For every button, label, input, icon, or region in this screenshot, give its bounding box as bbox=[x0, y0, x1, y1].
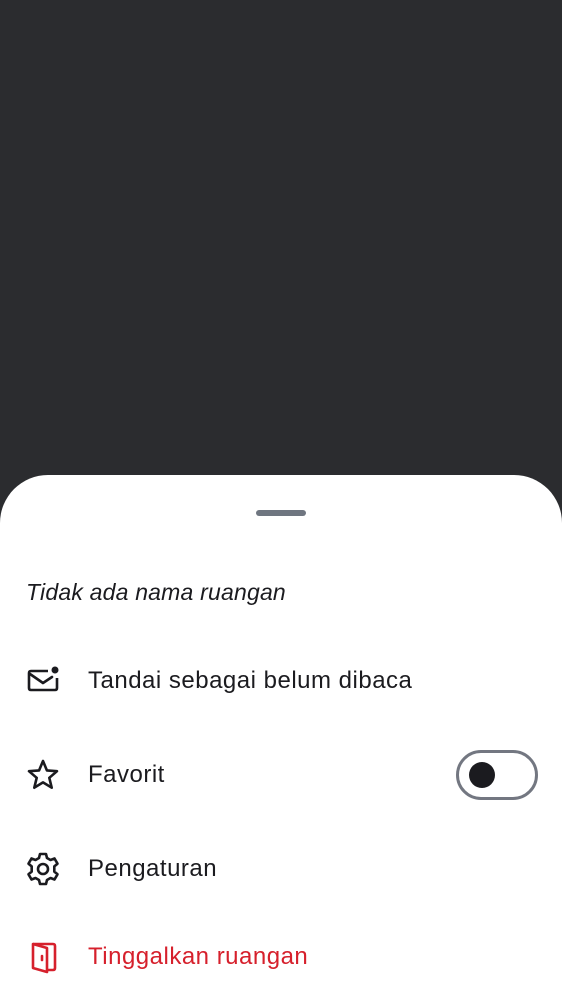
settings-menu-item[interactable]: Pengaturan bbox=[0, 829, 562, 909]
settings-label: Pengaturan bbox=[88, 855, 218, 882]
bottom-sheet: Tidak ada nama ruangan Tandai sebagai be… bbox=[0, 475, 562, 1000]
star-outline-icon bbox=[24, 756, 62, 794]
mark-unread-menu-item[interactable]: Tandai sebagai belum dibaca bbox=[0, 641, 562, 721]
leave-door-icon bbox=[24, 938, 62, 976]
mark-unread-icon bbox=[24, 662, 62, 700]
toggle-thumb bbox=[469, 762, 495, 788]
drag-handle[interactable] bbox=[256, 510, 306, 516]
favorite-menu-item[interactable]: Favorit bbox=[0, 735, 562, 815]
room-name-title: Tidak ada nama ruangan bbox=[26, 579, 286, 605]
favorite-toggle[interactable] bbox=[456, 750, 538, 800]
settings-gear-icon bbox=[24, 850, 62, 888]
mark-unread-label: Tandai sebagai belum dibaca bbox=[88, 667, 413, 694]
leave-room-menu-item[interactable]: Tinggalkan ruangan bbox=[0, 917, 562, 997]
favorite-label: Favorit bbox=[88, 761, 165, 788]
leave-room-label: Tinggalkan ruangan bbox=[88, 943, 309, 970]
